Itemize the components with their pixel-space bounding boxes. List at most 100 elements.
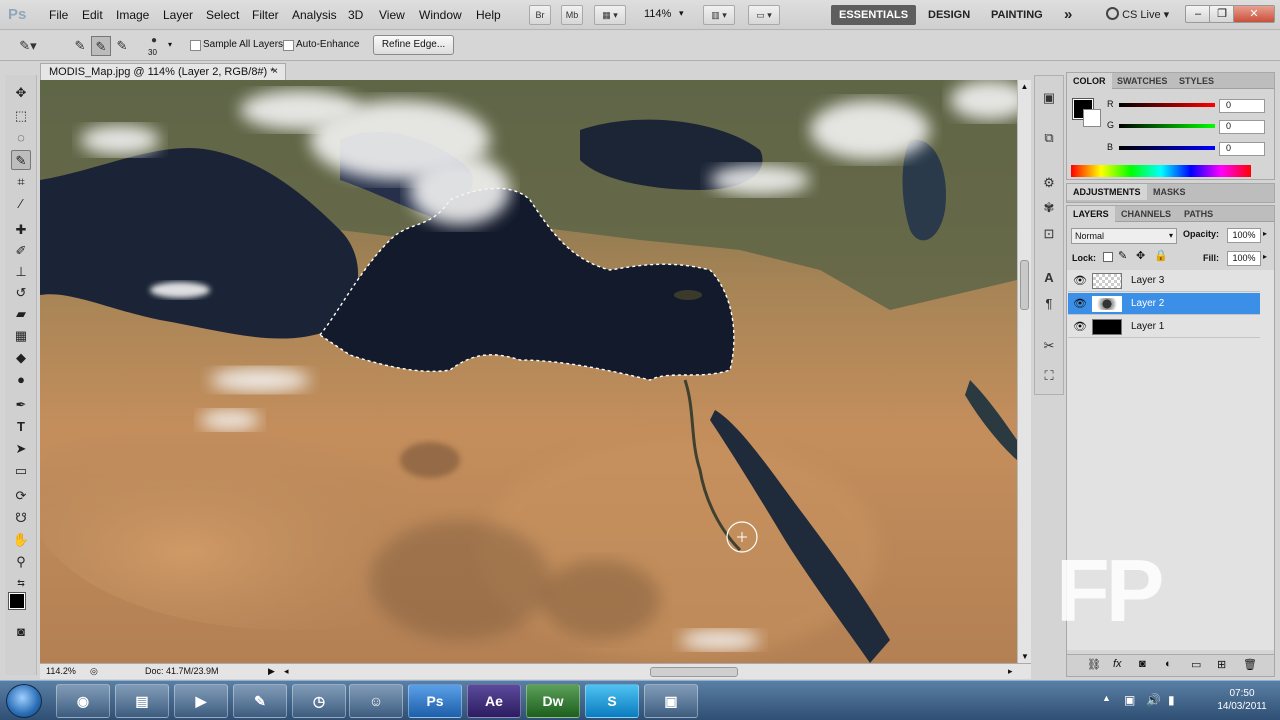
tab-color[interactable]: COLOR: [1067, 73, 1112, 89]
scroll-down-icon[interactable]: ▼: [1021, 652, 1029, 661]
cs-live-button[interactable]: CS Live ▾: [1098, 5, 1177, 25]
visibility-eye-icon[interactable]: 👁: [1072, 270, 1088, 292]
status-menu-icon[interactable]: ▶: [268, 664, 275, 679]
close-button[interactable]: ✕: [1233, 5, 1275, 23]
opacity-field[interactable]: 100%: [1227, 228, 1261, 243]
menu-analysis[interactable]: Analysis: [292, 8, 337, 22]
taskbar-after-effects[interactable]: Ae: [467, 684, 521, 718]
more-workspaces-icon[interactable]: »: [1056, 5, 1080, 25]
system-clock[interactable]: 07:50 14/03/2011: [1212, 687, 1272, 713]
tab-channels[interactable]: CHANNELS: [1115, 206, 1177, 222]
menu-image[interactable]: Image: [116, 8, 149, 22]
sample-all-layers-checkbox[interactable]: [190, 40, 201, 51]
layer-name[interactable]: Layer 1: [1131, 316, 1164, 338]
crop-tool-icon[interactable]: ⌗: [11, 172, 31, 192]
delete-layer-icon[interactable]: 🗑: [1243, 658, 1257, 671]
refine-edge-button[interactable]: Refine Edge...: [373, 35, 454, 55]
brush-dropdown-icon[interactable]: ▾: [168, 40, 172, 49]
path-selection-tool-icon[interactable]: ➤: [11, 439, 31, 459]
move-tool-icon[interactable]: ✥: [11, 83, 31, 103]
scroll-right-icon[interactable]: ▸: [1008, 664, 1013, 679]
hand-tool-icon[interactable]: ✋: [11, 530, 31, 550]
tab-swatches[interactable]: SWATCHES: [1111, 73, 1173, 89]
zoom-tool-icon[interactable]: ⚲: [11, 552, 31, 572]
tab-paths[interactable]: PATHS: [1178, 206, 1219, 222]
workspace-essentials[interactable]: ESSENTIALS: [831, 5, 917, 25]
vertical-scrollbar[interactable]: ▲ ▼: [1017, 80, 1031, 663]
view-extras-icon[interactable]: ▦ ▾: [594, 5, 626, 25]
scroll-up-icon[interactable]: ▲: [1018, 82, 1031, 91]
color-ramp[interactable]: [1071, 165, 1251, 177]
healing-brush-tool-icon[interactable]: ✚: [11, 220, 31, 240]
layer-row-1[interactable]: 👁 Layer 1: [1068, 316, 1260, 338]
horizontal-scroll-thumb[interactable]: [650, 667, 738, 677]
taskbar-media-player[interactable]: ▶: [174, 684, 228, 718]
mini-bridge-panel-icon[interactable]: ▣: [1039, 88, 1059, 108]
tray-network-icon[interactable]: ▮: [1168, 693, 1175, 707]
link-layers-icon[interactable]: ⛓: [1087, 658, 1101, 671]
clone-stamp-tool-icon[interactable]: ⊥: [11, 262, 31, 282]
close-document-icon[interactable]: ×: [269, 66, 281, 78]
zoom-level[interactable]: 114%: [644, 8, 671, 20]
lock-transparent-icon[interactable]: [1103, 252, 1113, 262]
layer-mask-icon[interactable]: ◙: [1139, 658, 1146, 670]
fill-arrow-icon[interactable]: ▸: [1263, 252, 1267, 261]
shape-tool-icon[interactable]: ▭: [11, 461, 31, 481]
lock-all-icon[interactable]: 🔒: [1154, 249, 1168, 262]
lasso-tool-icon[interactable]: ◌: [11, 128, 31, 148]
bridge-button[interactable]: Br: [529, 5, 551, 25]
layer-row-2[interactable]: 👁 Layer 2: [1068, 293, 1260, 315]
marquee-tool-icon[interactable]: ⬚: [11, 106, 31, 126]
new-layer-icon[interactable]: ⊞: [1217, 658, 1226, 671]
menu-view[interactable]: View: [379, 8, 405, 22]
menu-select[interactable]: Select: [206, 8, 239, 22]
taskbar-camtasia[interactable]: ▣: [644, 684, 698, 718]
tab-layers[interactable]: LAYERS: [1067, 206, 1115, 222]
clone-source-icon[interactable]: ⊡: [1039, 224, 1059, 244]
screen-mode-icon[interactable]: ▭ ▾: [748, 5, 780, 25]
background-color-chip[interactable]: [1083, 109, 1101, 127]
3d-orbit-tool-icon[interactable]: ☋: [11, 508, 31, 528]
auto-enhance-checkbox[interactable]: [283, 40, 294, 51]
quick-selection-preset-icon[interactable]: ✎▾: [18, 36, 38, 56]
brush-tool-icon[interactable]: ✐: [11, 241, 31, 261]
taskbar-messenger[interactable]: ☺: [349, 684, 403, 718]
status-info-icon[interactable]: ◎: [90, 664, 98, 679]
taskbar-dreamweaver[interactable]: Dw: [526, 684, 580, 718]
history-brush-tool-icon[interactable]: ↺: [11, 283, 31, 303]
quick-mask-icon[interactable]: ◙: [11, 622, 31, 642]
layer-row-3[interactable]: 👁 Layer 3: [1068, 270, 1260, 292]
workspace-design[interactable]: DESIGN: [920, 5, 978, 25]
pen-tool-icon[interactable]: ✒: [11, 395, 31, 415]
channel-r-slider[interactable]: [1119, 103, 1215, 107]
workspace-painting[interactable]: PAINTING: [983, 5, 1051, 25]
taskbar-explorer[interactable]: ▤: [115, 684, 169, 718]
layer-name[interactable]: Layer 2: [1131, 293, 1164, 315]
taskbar-clock-app[interactable]: ◷: [292, 684, 346, 718]
channel-r-value[interactable]: 0: [1219, 99, 1265, 113]
scroll-left-icon[interactable]: ◂: [284, 664, 289, 679]
paragraph-panel-icon[interactable]: ¶: [1039, 294, 1059, 314]
taskbar-photoshop[interactable]: Ps: [408, 684, 462, 718]
dodge-tool-icon[interactable]: ●: [11, 370, 31, 390]
layer-style-icon[interactable]: fx: [1113, 658, 1122, 670]
tab-adjustments[interactable]: ADJUSTMENTS: [1067, 184, 1147, 200]
gradient-tool-icon[interactable]: ▦: [11, 326, 31, 346]
taskbar-chrome[interactable]: ◉: [56, 684, 110, 718]
tab-masks[interactable]: MASKS: [1147, 184, 1192, 200]
show-hidden-icons-icon[interactable]: ▲: [1102, 693, 1111, 703]
blur-tool-icon[interactable]: ◆: [11, 348, 31, 368]
image-canvas[interactable]: [40, 80, 1017, 663]
menu-window[interactable]: Window: [419, 8, 462, 22]
tool-presets-icon[interactable]: ⚙: [1039, 173, 1059, 193]
add-to-selection-icon[interactable]: ✎: [91, 36, 111, 56]
menu-layer[interactable]: Layer: [163, 8, 193, 22]
taskbar-skype[interactable]: S: [585, 684, 639, 718]
tray-device-icon[interactable]: ▣: [1124, 693, 1135, 707]
arrange-documents-icon[interactable]: ▥ ▾: [703, 5, 735, 25]
visibility-eye-icon[interactable]: 👁: [1072, 316, 1088, 338]
swap-colors-icon[interactable]: ⇆: [11, 573, 31, 593]
start-button[interactable]: [6, 684, 42, 718]
layer-name[interactable]: Layer 3: [1131, 270, 1164, 292]
brush-panel-icon[interactable]: ✾: [1039, 198, 1059, 218]
